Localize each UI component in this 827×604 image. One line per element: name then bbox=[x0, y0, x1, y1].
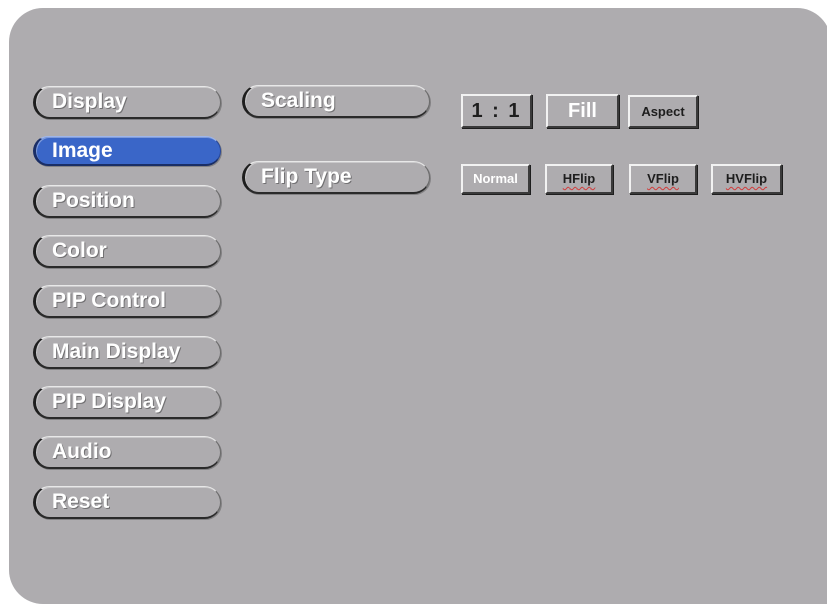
scaling-option-fill-button[interactable]: Fill bbox=[546, 94, 619, 128]
setting-label: Flip Type bbox=[261, 165, 352, 188]
flip-option-hflip-button[interactable]: HFlip bbox=[545, 164, 613, 194]
flip-option-vflip-button[interactable]: VFlip bbox=[629, 164, 697, 194]
menu-item-label: PIP Control bbox=[52, 289, 166, 312]
menu-item-label: Display bbox=[52, 90, 127, 113]
option-label: HVFlip bbox=[725, 171, 768, 186]
option-label: VFlip bbox=[647, 171, 679, 186]
menu-item-label: Image bbox=[52, 139, 113, 162]
menu-item-position[interactable]: Position bbox=[33, 185, 221, 218]
option-label: Aspect bbox=[641, 104, 685, 119]
menu-item-main-display[interactable]: Main Display bbox=[33, 336, 221, 369]
menu-item-label: Audio bbox=[52, 440, 112, 463]
menu-item-display[interactable]: Display bbox=[33, 86, 221, 119]
scaling-option-1to1-button[interactable]: 1 : 1 bbox=[461, 94, 532, 128]
option-label: Normal bbox=[473, 171, 518, 186]
menu-item-color[interactable]: Color bbox=[33, 235, 221, 268]
menu-item-pip-display[interactable]: PIP Display bbox=[33, 386, 221, 419]
flip-type-setting-label[interactable]: Flip Type bbox=[242, 161, 430, 194]
scaling-setting-label[interactable]: Scaling bbox=[242, 85, 430, 118]
menu-item-label: Position bbox=[52, 189, 135, 212]
flip-option-normal-button[interactable]: Normal bbox=[461, 164, 530, 194]
menu-item-label: Main Display bbox=[52, 340, 181, 363]
menu-item-audio[interactable]: Audio bbox=[33, 436, 221, 469]
osd-menu-panel: Display Image Position Color PIP Control… bbox=[9, 8, 827, 604]
menu-item-label: Reset bbox=[52, 490, 110, 513]
setting-label: Scaling bbox=[261, 89, 336, 112]
option-label: HFlip bbox=[562, 171, 596, 186]
menu-item-image[interactable]: Image bbox=[33, 136, 221, 166]
menu-item-label: PIP Display bbox=[52, 390, 167, 413]
menu-item-label: Color bbox=[52, 239, 107, 262]
menu-item-pip-control[interactable]: PIP Control bbox=[33, 285, 221, 318]
menu-item-reset[interactable]: Reset bbox=[33, 486, 221, 519]
flip-option-hvflip-button[interactable]: HVFlip bbox=[711, 164, 782, 194]
option-label: 1 : 1 bbox=[471, 100, 522, 122]
scaling-option-aspect-button[interactable]: Aspect bbox=[628, 95, 698, 128]
option-label: Fill bbox=[568, 100, 597, 122]
